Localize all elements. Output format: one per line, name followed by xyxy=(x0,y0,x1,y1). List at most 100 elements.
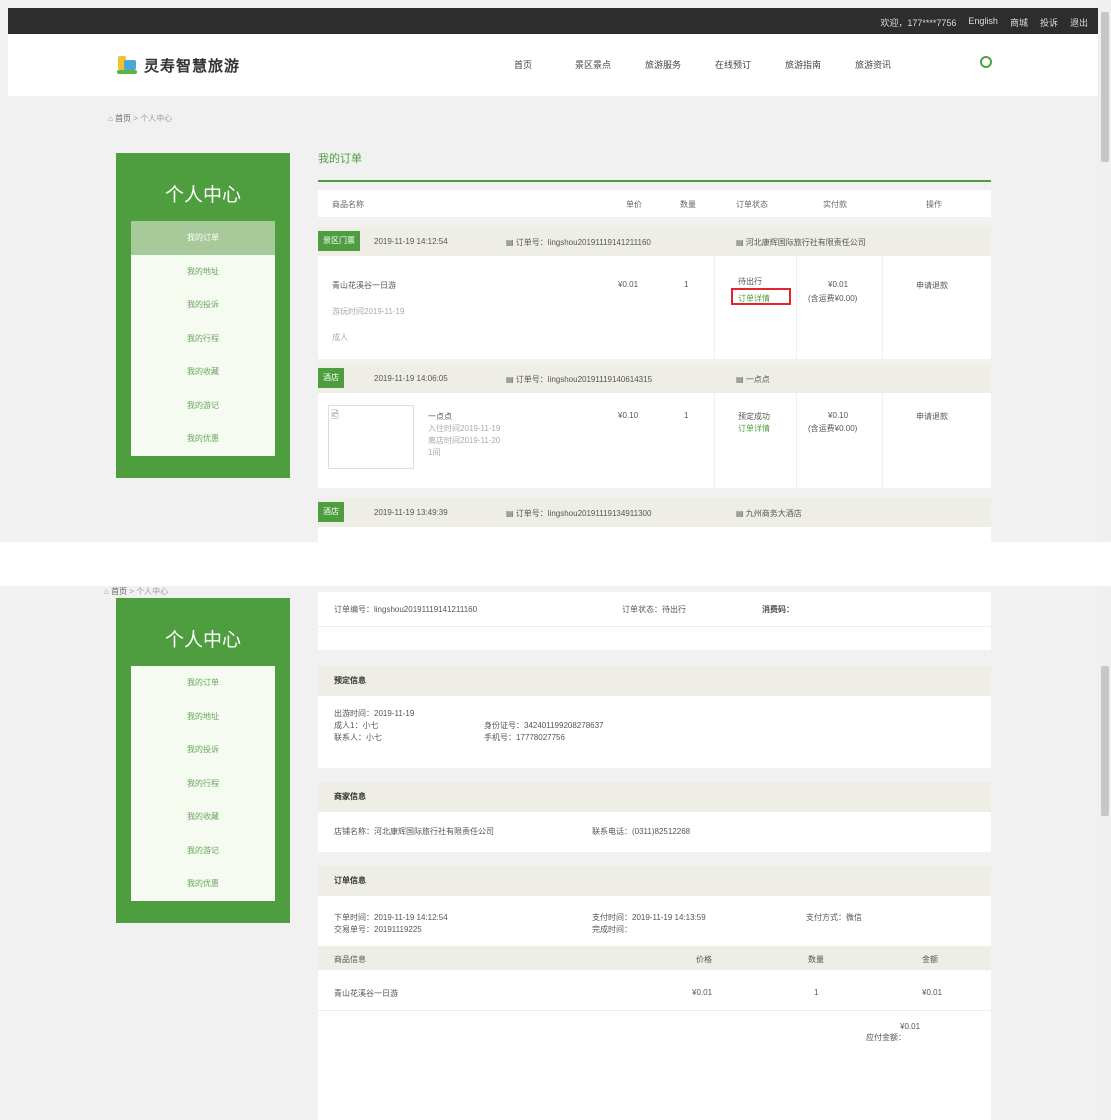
paid-amount: ¥0.10 xyxy=(828,411,849,420)
sidebar-item-complaints[interactable]: 我的投诉 xyxy=(131,733,275,767)
product-extra: 成人 xyxy=(332,333,348,342)
order-list-screenshot: 欢迎，177****7756 English 商城 投诉 退出 灵寿智慧旅游 首… xyxy=(0,0,1111,542)
sidebar-item-notes[interactable]: 我的游记 xyxy=(131,389,275,423)
done-time: 完成时间： xyxy=(592,925,632,934)
unit-price: ¥0.10 xyxy=(618,411,639,420)
sidebar-item-coupons[interactable]: 我的优惠 xyxy=(131,867,275,901)
paid-note: (含运费¥0.00) xyxy=(808,294,858,303)
order-card: 酒店 2019-11-19 13:49:39 ▤ 订单号：lingshou201… xyxy=(318,498,991,542)
verify-code: 消费码： xyxy=(762,605,794,614)
scrollbar-thumb[interactable] xyxy=(1101,666,1109,816)
section-title: 预定信息 xyxy=(318,666,991,696)
sidebar-item-address[interactable]: 我的地址 xyxy=(131,255,275,289)
breadcrumb-home[interactable]: 首页 xyxy=(115,114,131,123)
refund-link[interactable]: 申请退款 xyxy=(916,280,948,291)
order-detail-link[interactable]: 订单详情 xyxy=(738,423,770,434)
paid-time: 支付时间：2019-11-19 14:13:59 xyxy=(592,913,706,922)
detail-order-number: 订单编号：lingshou20191119141211160 xyxy=(334,605,478,614)
order-summary: 订单编号：lingshou20191119141211160 订单状态：待出行 … xyxy=(318,592,991,650)
order-card: 酒店 2019-11-19 14:06:05 ▤ 订单号：lingshou201… xyxy=(318,364,991,488)
complaint-link[interactable]: 投诉 xyxy=(1040,16,1058,29)
detail-order-status: 订单状态：待出行 xyxy=(622,605,686,614)
order-info: 订单信息 下单时间：2019-11-19 14:12:54 交易单号：20191… xyxy=(318,866,991,1120)
highlight-box xyxy=(731,288,791,305)
nav-scenic[interactable]: 景区景点 xyxy=(558,58,628,71)
merchant-info: 商家信息 店铺名称：河北康辉国际旅行社有限责任公司 联系电话：(0311)825… xyxy=(318,782,991,852)
product-name[interactable]: 青山花溪谷一日游 xyxy=(332,280,396,291)
order-time: 2019-11-19 14:06:05 xyxy=(374,374,448,383)
main-nav: 首页 景区景点 旅游服务 在线预订 旅游指南 旅游资讯 xyxy=(488,58,908,71)
product-image[interactable]: 🖻 xyxy=(328,405,414,469)
sidebar-item-complaints[interactable]: 我的投诉 xyxy=(131,288,275,322)
travel-date: 出游时间：2019-11-19 xyxy=(334,709,415,718)
nav-guide[interactable]: 旅游指南 xyxy=(768,58,838,71)
page-title: 我的订单 xyxy=(318,153,362,165)
item-name[interactable]: 青山花溪谷一日游 xyxy=(334,988,398,999)
order-shop[interactable]: ▤ 河北康辉国际旅行社有限责任公司 xyxy=(736,237,866,248)
title-divider xyxy=(318,180,991,182)
nav-booking[interactable]: 在线预订 xyxy=(698,58,768,71)
search-icon[interactable] xyxy=(980,56,992,68)
sidebar-item-trips[interactable]: 我的行程 xyxy=(131,767,275,801)
logout-link[interactable]: 退出 xyxy=(1070,16,1088,29)
merchant-name: 店铺名称：河北康辉国际旅行社有限责任公司 xyxy=(334,827,494,836)
order-header: 景区门票 2019-11-19 14:12:54 ▤ 订单号：lingshou2… xyxy=(318,227,991,256)
refund-link[interactable]: 申请退款 xyxy=(916,411,948,422)
site-header: 灵寿智慧旅游 首页 景区景点 旅游服务 在线预订 旅游指南 旅游资讯 xyxy=(8,34,1098,96)
order-time: 2019-11-19 14:12:54 xyxy=(374,237,448,246)
orders-table-header: 商品名称 单价 数量 订单状态 实付款 操作 xyxy=(318,190,991,217)
order-body: 青山花溪谷一日游 游玩时间2019-11-19 成人 ¥0.01 1 待出行 订… xyxy=(318,256,991,359)
contact-name: 联系人：小七 xyxy=(334,733,382,742)
order-body: 🖻 一点点 入住时间2019-11-19 离店时间2019-11-20 1间 ¥… xyxy=(318,393,991,488)
breadcrumb-current: 个人中心 xyxy=(140,114,173,123)
col-action: 操作 xyxy=(926,200,942,209)
order-card: 景区门票 2019-11-19 14:12:54 ▤ 订单号：lingshou2… xyxy=(318,227,991,359)
order-status: 待出行 xyxy=(738,277,762,286)
logo-text: 灵寿智慧旅游 xyxy=(144,57,241,75)
scrollbar[interactable] xyxy=(1098,586,1111,1120)
product-date2: 离店时间2019-11-20 xyxy=(428,436,501,445)
lang-english-link[interactable]: English xyxy=(968,16,998,29)
order-header: 酒店 2019-11-19 13:49:39 ▤ 订单号：lingshou201… xyxy=(318,498,991,527)
col-product: 商品名称 xyxy=(332,200,364,209)
quantity: 1 xyxy=(684,280,689,289)
sidebar-item-orders[interactable]: 我的订单 xyxy=(131,221,275,255)
sidebar-item-favorites[interactable]: 我的收藏 xyxy=(131,800,275,834)
breadcrumb: ⌂ 首页 > 个人中心 xyxy=(108,114,173,123)
product-extra: 1间 xyxy=(428,448,441,457)
col-product-info: 商品信息 xyxy=(334,955,366,964)
adult-name: 成人1：小七 xyxy=(334,721,379,730)
sidebar-item-address[interactable]: 我的地址 xyxy=(131,700,275,734)
nav-news[interactable]: 旅游资讯 xyxy=(838,58,908,71)
col-price: 单价 xyxy=(626,200,642,209)
total-label: 应付金额： xyxy=(866,1033,906,1042)
sidebar-item-trips[interactable]: 我的行程 xyxy=(131,322,275,356)
paid-amount: ¥0.01 xyxy=(828,280,849,289)
booking-info: 预定信息 出游时间：2019-11-19 成人1：小七 身份证号：3424011… xyxy=(318,666,991,768)
col-qty: 数量 xyxy=(680,200,696,209)
trade-number: 交易单号：20191119225 xyxy=(334,925,422,934)
item-price: ¥0.01 xyxy=(692,988,713,997)
quantity: 1 xyxy=(684,411,689,420)
sidebar-item-coupons[interactable]: 我的优惠 xyxy=(131,422,275,456)
sidebar-item-notes[interactable]: 我的游记 xyxy=(131,834,275,868)
col-paid: 实付款 xyxy=(823,200,847,209)
order-shop[interactable]: ▤ 一点点 xyxy=(736,374,770,385)
sidebar-item-favorites[interactable]: 我的收藏 xyxy=(131,355,275,389)
nav-home[interactable]: 首页 xyxy=(488,58,558,71)
shop-link[interactable]: 商城 xyxy=(1010,16,1028,29)
scrollbar-thumb[interactable] xyxy=(1101,12,1109,162)
sidebar: 个人中心 我的订单 我的地址 我的投诉 我的行程 我的收藏 我的游记 我的优惠 xyxy=(116,598,290,923)
id-card: 身份证号：342401199208278637 xyxy=(484,721,604,730)
order-shop[interactable]: ▤ 九州商务大酒店 xyxy=(736,508,802,519)
logo-icon xyxy=(116,54,138,76)
order-number: ▤ 订单号：lingshou20191119141211160 xyxy=(506,238,651,247)
scrollbar[interactable] xyxy=(1098,0,1111,542)
paid-note: (含运费¥0.00) xyxy=(808,424,858,433)
site-logo[interactable]: 灵寿智慧旅游 xyxy=(116,54,240,76)
nav-service[interactable]: 旅游服务 xyxy=(628,58,698,71)
contact-phone: 手机号：17778027756 xyxy=(484,733,565,742)
product-name[interactable]: 一点点 xyxy=(428,411,452,422)
product-date: 入住时间2019-11-19 xyxy=(428,424,501,433)
sidebar-item-orders[interactable]: 我的订单 xyxy=(131,666,275,700)
